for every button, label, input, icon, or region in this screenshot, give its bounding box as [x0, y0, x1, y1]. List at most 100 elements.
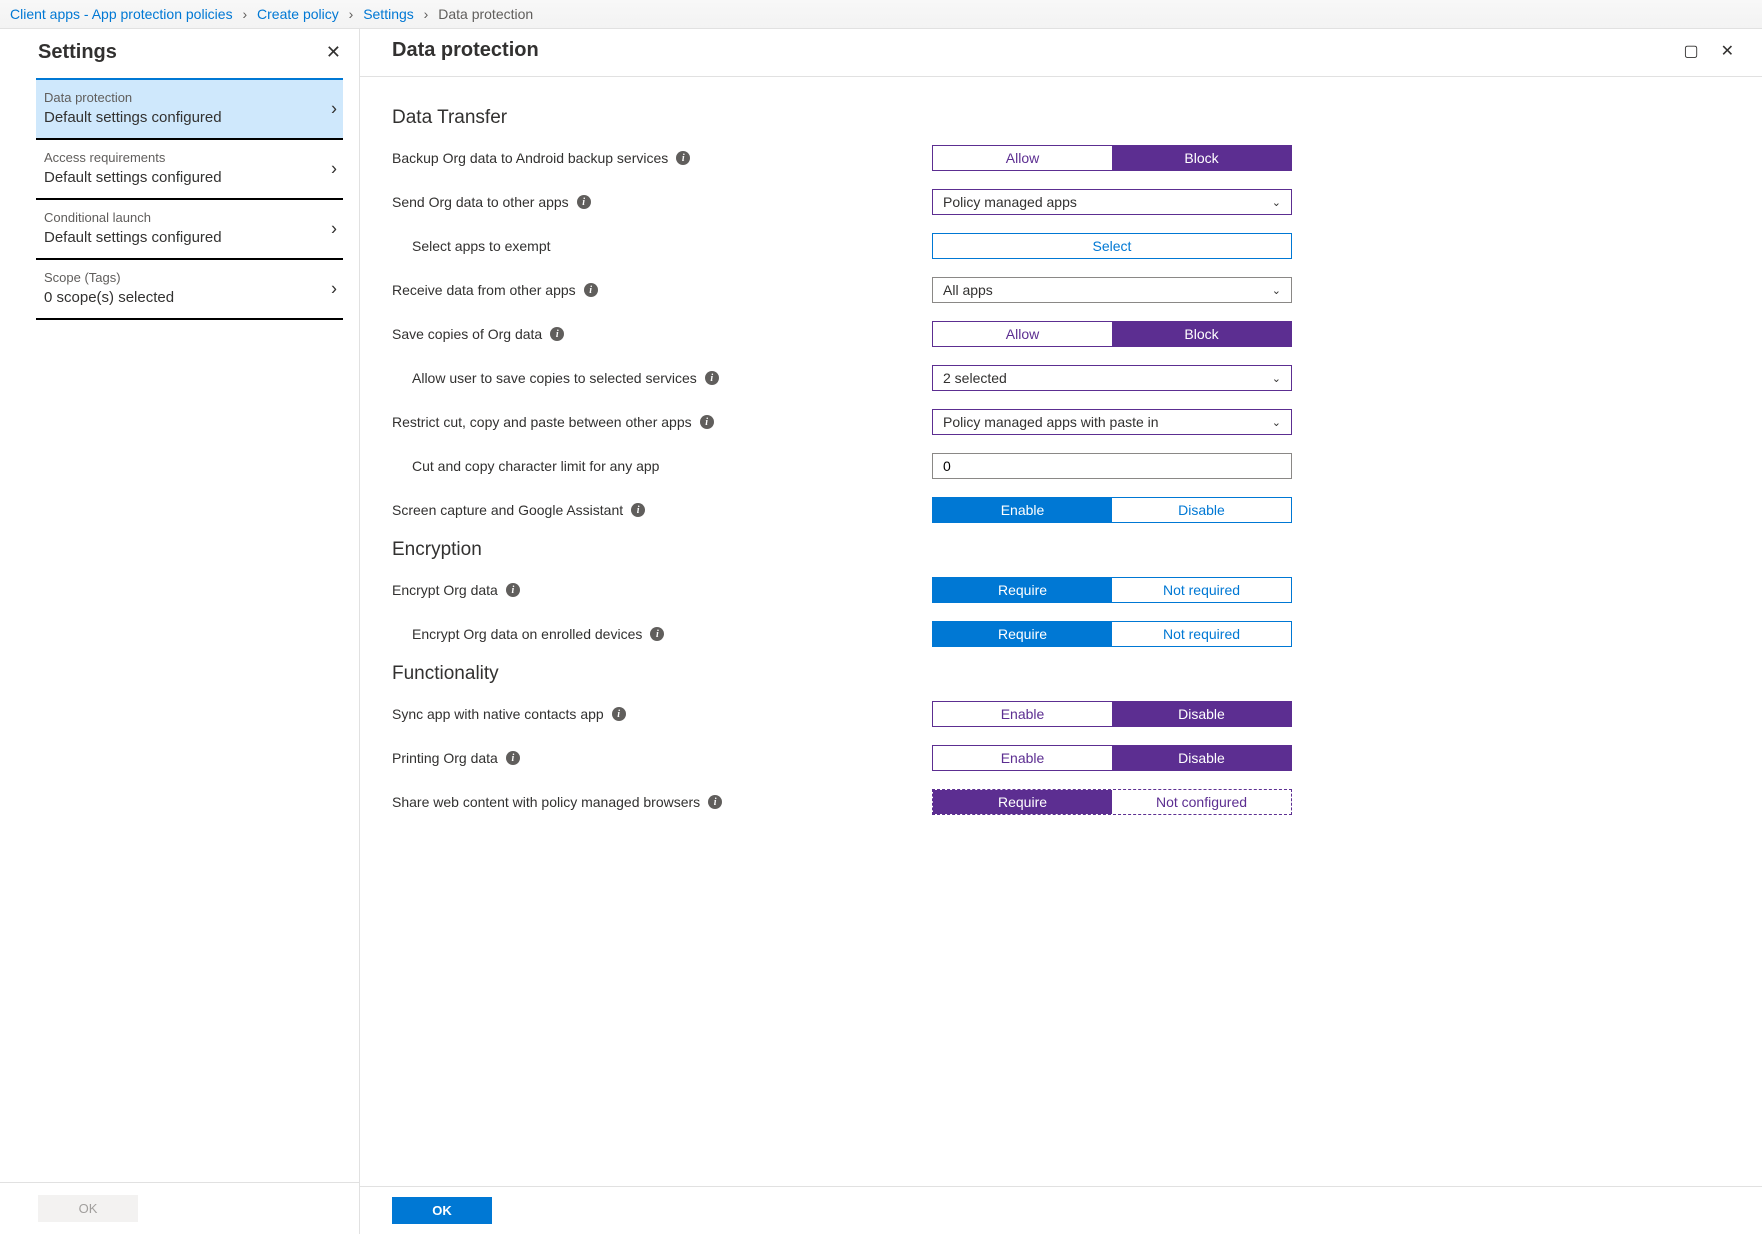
toggle-option-require[interactable]: Require [933, 578, 1112, 602]
dropdown-value: Policy managed apps with paste in [943, 414, 1159, 430]
info-icon[interactable]: i [705, 371, 719, 385]
select-exempt-button[interactable]: Select [932, 233, 1292, 259]
close-icon[interactable]: ✕ [326, 42, 341, 63]
dropdown-value: 2 selected [943, 370, 1007, 386]
chevron-right-icon: › [331, 279, 337, 300]
label-restrict: Restrict cut, copy and paste between oth… [392, 414, 932, 430]
label-screen: Screen capture and Google Assistant i [392, 502, 932, 518]
breadcrumb-link[interactable]: Settings [363, 6, 414, 22]
breadcrumb: Client apps - App protection policies › … [0, 0, 1762, 29]
label-enrolled: Encrypt Org data on enrolled devices i [392, 626, 932, 642]
chevron-right-icon: › [331, 219, 337, 240]
dropdown-save-services[interactable]: 2 selected ⌄ [932, 365, 1292, 391]
chevron-down-icon: ⌄ [1272, 416, 1281, 429]
toggle-option-require[interactable]: Require [933, 790, 1112, 814]
toggle-option-not-configured[interactable]: Not configured [1112, 790, 1291, 814]
chevron-right-icon: › [424, 6, 429, 22]
sidebar-item-title: Scope (Tags) [44, 270, 339, 285]
toggle-option-block[interactable]: Block [1112, 146, 1291, 170]
chevron-right-icon: › [349, 6, 354, 22]
close-icon[interactable]: ✕ [1721, 41, 1734, 61]
chevron-right-icon: › [331, 159, 337, 180]
section-title-functionality: Functionality [392, 663, 1734, 685]
toggle-sync[interactable]: Enable Disable [932, 701, 1292, 727]
sidebar-item-title: Access requirements [44, 150, 339, 165]
toggle-option-disable[interactable]: Disable [1112, 498, 1291, 522]
sidebar-item-sub: Default settings configured [44, 169, 339, 186]
section-title-encryption: Encryption [392, 539, 1734, 561]
sidebar-item-title: Conditional launch [44, 210, 339, 225]
info-icon[interactable]: i [700, 415, 714, 429]
toggle-share[interactable]: Require Not configured [932, 789, 1292, 815]
toggle-option-not-required[interactable]: Not required [1112, 578, 1291, 602]
maximize-icon[interactable]: ▢ [1683, 41, 1698, 61]
sidebar-item-sub: Default settings configured [44, 229, 339, 246]
sidebar-item-title: Data protection [44, 90, 339, 105]
toggle-option-allow[interactable]: Allow [933, 322, 1112, 346]
content-title: Data protection [392, 39, 539, 62]
toggle-option-disable[interactable]: Disable [1112, 746, 1291, 770]
info-icon[interactable]: i [584, 283, 598, 297]
info-icon[interactable]: i [550, 327, 564, 341]
toggle-option-disable[interactable]: Disable [1112, 702, 1291, 726]
dropdown-send[interactable]: Policy managed apps ⌄ [932, 189, 1292, 215]
label-share: Share web content with policy managed br… [392, 794, 932, 810]
input-charlimit[interactable] [932, 453, 1292, 479]
toggle-screen[interactable]: Enable Disable [932, 497, 1292, 523]
content-ok-button[interactable]: OK [392, 1197, 492, 1224]
label-encrypt: Encrypt Org data i [392, 582, 932, 598]
settings-sidebar: Settings ✕ Data protection Default setti… [0, 29, 360, 1234]
chevron-down-icon: ⌄ [1272, 372, 1281, 385]
sidebar-item-data-protection[interactable]: Data protection Default settings configu… [36, 78, 343, 138]
info-icon[interactable]: i [577, 195, 591, 209]
section-title-data-transfer: Data Transfer [392, 107, 1734, 129]
sidebar-item-conditional-launch[interactable]: Conditional launch Default settings conf… [36, 198, 343, 258]
toggle-option-require[interactable]: Require [933, 622, 1112, 646]
dropdown-value: Policy managed apps [943, 194, 1077, 210]
dropdown-receive[interactable]: All apps ⌄ [932, 277, 1292, 303]
sidebar-item-sub: 0 scope(s) selected [44, 289, 339, 306]
content-panel: Data protection ▢ ✕ Data Transfer Backup… [360, 29, 1762, 1234]
label-exempt: Select apps to exempt [392, 238, 932, 254]
toggle-encrypt[interactable]: Require Not required [932, 577, 1292, 603]
toggle-option-block[interactable]: Block [1112, 322, 1291, 346]
label-charlimit: Cut and copy character limit for any app [392, 458, 932, 474]
label-save-allow: Allow user to save copies to selected se… [392, 370, 932, 386]
info-icon[interactable]: i [612, 707, 626, 721]
toggle-option-not-required[interactable]: Not required [1112, 622, 1291, 646]
chevron-right-icon: › [242, 6, 247, 22]
dropdown-restrict[interactable]: Policy managed apps with paste in ⌄ [932, 409, 1292, 435]
label-backup: Backup Org data to Android backup servic… [392, 150, 932, 166]
toggle-option-enable[interactable]: Enable [933, 702, 1112, 726]
chevron-right-icon: › [331, 99, 337, 120]
info-icon[interactable]: i [676, 151, 690, 165]
breadcrumb-link[interactable]: Create policy [257, 6, 339, 22]
sidebar-item-access-requirements[interactable]: Access requirements Default settings con… [36, 138, 343, 198]
sidebar-title: Settings [38, 41, 117, 64]
toggle-option-enable[interactable]: Enable [933, 746, 1112, 770]
sidebar-ok-button[interactable]: OK [38, 1195, 138, 1222]
toggle-option-enable[interactable]: Enable [933, 498, 1112, 522]
breadcrumb-current: Data protection [438, 6, 533, 22]
label-sync: Sync app with native contacts app i [392, 706, 932, 722]
toggle-option-allow[interactable]: Allow [933, 146, 1112, 170]
info-icon[interactable]: i [708, 795, 722, 809]
breadcrumb-link[interactable]: Client apps - App protection policies [10, 6, 233, 22]
toggle-print[interactable]: Enable Disable [932, 745, 1292, 771]
toggle-save[interactable]: Allow Block [932, 321, 1292, 347]
chevron-down-icon: ⌄ [1272, 196, 1281, 209]
label-print: Printing Org data i [392, 750, 932, 766]
sidebar-item-sub: Default settings configured [44, 109, 339, 126]
label-send: Send Org data to other apps i [392, 194, 932, 210]
sidebar-item-scope-tags[interactable]: Scope (Tags) 0 scope(s) selected › [36, 258, 343, 320]
info-icon[interactable]: i [650, 627, 664, 641]
info-icon[interactable]: i [506, 583, 520, 597]
toggle-enrolled[interactable]: Require Not required [932, 621, 1292, 647]
info-icon[interactable]: i [631, 503, 645, 517]
label-save: Save copies of Org data i [392, 326, 932, 342]
info-icon[interactable]: i [506, 751, 520, 765]
chevron-down-icon: ⌄ [1272, 284, 1281, 297]
label-receive: Receive data from other apps i [392, 282, 932, 298]
toggle-backup[interactable]: Allow Block [932, 145, 1292, 171]
dropdown-value: All apps [943, 282, 993, 298]
